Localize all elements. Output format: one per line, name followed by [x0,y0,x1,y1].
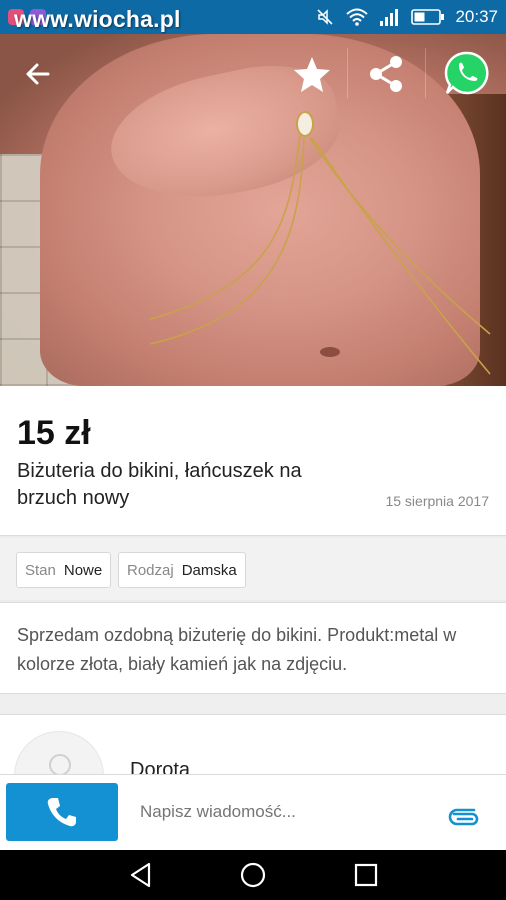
listing-title: Biżuteria do bikini, łańcuszek na brzuch… [17,460,302,509]
share-icon [370,56,402,92]
mute-icon [317,9,334,25]
nav-home-icon[interactable] [239,861,267,889]
whatsapp-button[interactable] [444,50,490,96]
param-chip-type: Rodzaj Damska [118,552,246,588]
share-button[interactable] [366,54,406,94]
header-divider [425,48,426,98]
wifi-icon [346,8,369,26]
param-value: Damska [181,561,237,579]
message-bar [0,774,506,850]
paperclip-icon [448,808,479,826]
attach-button[interactable] [448,797,482,831]
listing-summary-card: 15 zł Biżuteria do bikini, łańcuszek na … [0,386,506,536]
listing-photo[interactable] [0,34,506,386]
clock: 20:37 [455,7,498,26]
avatar [14,731,104,774]
listing-description: Sprzedam ozdobną biżuterię do bikini. Pr… [17,625,457,674]
listing-date: 15 sierpnia 2017 [385,493,489,509]
arrow-back-icon [26,63,50,85]
header-divider [347,48,348,98]
favorite-button[interactable] [292,54,332,94]
watermark: www.wiocha.pl [14,6,181,32]
star-icon [294,57,330,92]
section-gap [0,694,506,714]
message-input[interactable] [140,802,361,822]
seller-name: Dorota [130,759,191,774]
nav-back-icon[interactable] [127,861,155,889]
nav-recents-icon[interactable] [352,861,380,889]
param-value: Nowe [63,561,103,579]
back-button[interactable] [20,56,56,92]
photo-chain-jewelry [149,111,491,375]
signal-icon [380,9,399,26]
navigation-bar [0,850,506,900]
description-card: Sprzedam ozdobną biżuterię do bikini. Pr… [0,602,506,694]
status-icons: 20:37 [315,5,498,29]
param-chip-condition: Stan Nowe [16,552,112,588]
battery-icon [411,9,445,25]
listing-params: Stan Nowe Rodzaj Damska [0,538,506,600]
seller-card[interactable]: Dorota [0,714,506,774]
phone-icon [47,798,76,827]
call-button[interactable] [6,783,118,841]
param-key: Stan [25,561,56,579]
listing-price: 15 zł [17,414,91,452]
avatar-placeholder-icon [49,754,71,774]
whatsapp-icon [444,51,489,95]
param-key: Rodzaj [127,561,174,579]
status-bar: www.wiocha.pl 20:37 [0,0,506,34]
